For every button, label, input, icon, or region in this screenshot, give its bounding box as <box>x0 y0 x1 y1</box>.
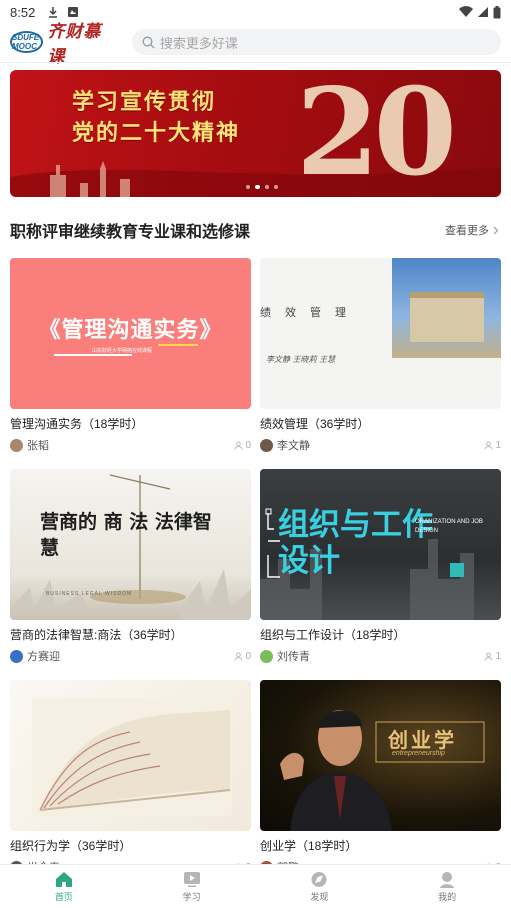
course-thumbnail[interactable]: 创业学 entrepreneurship <box>260 680 501 831</box>
teacher-avatar <box>260 649 273 663</box>
learner-count: 1 <box>484 440 501 451</box>
thumb-accent-line <box>158 344 198 346</box>
thumb-title: 组织与工作设计 <box>278 507 433 579</box>
bottom-tab-bar: 首页 学习 发现 我的 <box>0 864 511 908</box>
course-thumbnail[interactable]: 营商的 商 法 法律智慧 BUSINESS LEGAL WISDOM <box>10 469 251 620</box>
home-icon <box>55 871 72 887</box>
lecturer-photo <box>280 710 485 831</box>
tab-label: 我的 <box>438 891 457 902</box>
banner-line-1: 学习宣传贯彻 <box>72 89 217 115</box>
banner-line-2: 党的二十大精神 <box>72 120 241 146</box>
thumb-title: 《管理沟通实务》 <box>38 317 223 343</box>
banner-big-number: 20 <box>296 70 457 197</box>
banner-pager[interactable] <box>246 185 278 189</box>
course-title[interactable]: 管理沟通实务（18学时） <box>10 415 251 432</box>
pager-dot-active[interactable] <box>255 185 260 189</box>
teacher-name: 张韬 <box>27 440 49 452</box>
thumb-underline <box>54 354 132 356</box>
teacher-avatar <box>260 438 273 452</box>
learner-count: 0 <box>234 440 251 451</box>
app-logo: SDUFE MOOC 齐财慕课 <box>10 22 118 67</box>
logo-name: 齐财慕课 <box>47 22 102 67</box>
tab-discover[interactable]: 发现 <box>256 865 384 908</box>
thumb-title: 绩效管理 <box>260 306 360 319</box>
learner-count: 1 <box>484 651 501 662</box>
search-input[interactable]: 搜索更多好课 <box>131 29 501 55</box>
course-card[interactable]: 绩效管理 李文静 王晓莉 王慧 绩效管理（36学时） 李文静 1 <box>260 258 501 453</box>
thumb-subtitle: 山东财经大学网络在线课程 <box>92 348 153 354</box>
learner-count-value: 0 <box>245 650 251 662</box>
course-title[interactable]: 创业学（18学时） <box>260 837 501 854</box>
user-icon <box>234 652 243 661</box>
course-thumbnail[interactable] <box>10 680 251 831</box>
thumb-title: 营商的 商 法 法律智慧 <box>40 511 212 559</box>
teacher-avatar <box>10 438 23 452</box>
pager-dot[interactable] <box>246 185 250 189</box>
tab-label: 学习 <box>182 891 201 902</box>
thumb-subtitle: 李文静 王晓莉 王慧 <box>266 355 336 364</box>
teacher-name: 方赛迎 <box>27 651 60 663</box>
user-icon <box>484 441 493 450</box>
search-icon <box>142 36 155 48</box>
course-card[interactable]: 《管理沟通实务》 山东财经大学网络在线课程 管理沟通实务（18学时） 张韬 0 <box>10 258 251 453</box>
course-thumbnail[interactable]: 《管理沟通实务》 山东财经大学网络在线课程 <box>10 258 251 409</box>
header-divider <box>0 62 511 63</box>
course-card[interactable]: 营商的 商 法 法律智慧 BUSINESS LEGAL WISDOM 营商的法律… <box>10 469 251 664</box>
play-icon <box>183 871 200 887</box>
course-card[interactable]: 组织行为学（36学时） 肖余春 2 <box>10 680 251 875</box>
user-icon <box>234 441 243 450</box>
building-shape <box>410 292 484 342</box>
course-title[interactable]: 绩效管理（36学时） <box>260 415 501 432</box>
thumb-subtitle: entrepreneurship <box>392 750 445 757</box>
course-thumbnail[interactable]: 绩效管理 李文静 王晓莉 王慧 <box>260 258 501 409</box>
thumb-building-photo <box>392 258 501 358</box>
thumb-subtitle: ORANIZATION AND JOB DESIGN <box>415 519 483 534</box>
promo-banner[interactable]: 20 学习宣传贯彻 党的二十大精神 <box>10 70 501 197</box>
pager-dot[interactable] <box>265 185 269 189</box>
thumb-subtitle: BUSINESS LEGAL WISDOM <box>46 591 133 597</box>
user-icon <box>440 871 455 888</box>
see-more-label: 查看更多 <box>445 225 489 237</box>
book-illustration <box>32 698 232 816</box>
status-time: 8:52 <box>10 4 36 20</box>
logo-mark: SDUFE MOOC <box>10 31 44 53</box>
thumb-title: 创业学 <box>388 728 457 752</box>
teacher-name: 李文静 <box>277 440 310 452</box>
teacher-name: 刘传青 <box>277 651 310 663</box>
course-title[interactable]: 营商的法律智慧:商法（36学时） <box>10 626 251 643</box>
learner-count-value: 1 <box>495 439 501 451</box>
wifi-icon <box>459 6 473 18</box>
tab-mine[interactable]: 我的 <box>383 865 511 908</box>
teacher-avatar <box>10 649 23 663</box>
section-title: 职称评审继续教育专业课和选修课 <box>10 224 251 241</box>
pager-dot[interactable] <box>274 185 278 189</box>
battery-icon <box>493 5 501 18</box>
learner-count: 0 <box>234 651 251 662</box>
course-thumbnail[interactable]: 组织与工作设计 ORANIZATION AND JOB DESIGN <box>260 469 501 620</box>
learner-count-value: 1 <box>495 650 501 662</box>
course-title[interactable]: 组织与工作设计（18学时） <box>260 626 501 643</box>
user-icon <box>484 652 493 661</box>
tab-home[interactable]: 首页 <box>0 865 128 908</box>
course-card[interactable]: 创业学 entrepreneurship 创业学（18学时） 郭鹏 0 <box>260 680 501 875</box>
tab-label: 首页 <box>54 891 73 902</box>
tab-study[interactable]: 学习 <box>128 865 256 908</box>
course-title[interactable]: 组织行为学（36学时） <box>10 837 251 854</box>
see-more-link[interactable]: 查看更多 <box>445 222 499 238</box>
course-card[interactable]: 组织与工作设计 ORANIZATION AND JOB DESIGN 组织与工作… <box>260 469 501 664</box>
chevron-right-icon <box>493 226 499 234</box>
search-placeholder: 搜索更多好课 <box>159 35 238 51</box>
tab-label: 发现 <box>310 891 329 902</box>
learner-count-value: 0 <box>245 439 251 451</box>
discover-icon <box>311 871 327 887</box>
app-header: SDUFE MOOC 齐财慕课 搜索更多好课 <box>0 22 511 67</box>
signal-icon <box>478 7 488 17</box>
